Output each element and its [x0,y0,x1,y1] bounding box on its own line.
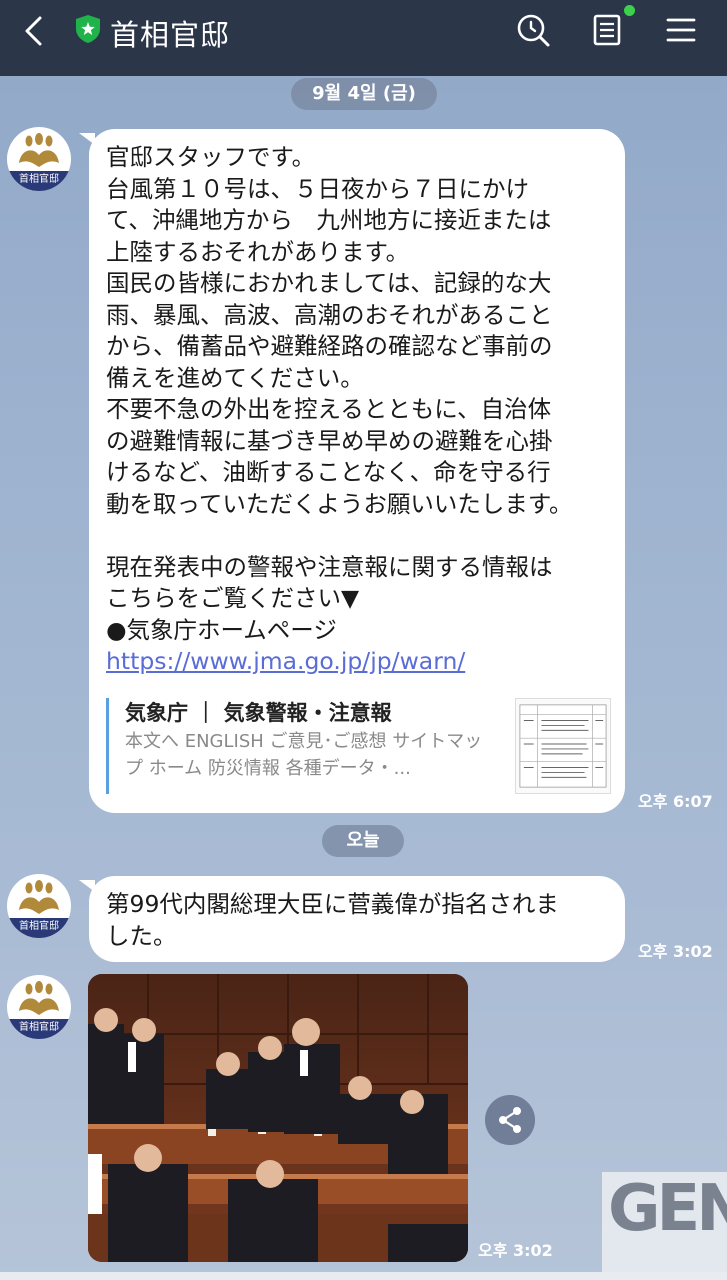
search-icon[interactable] [514,11,552,49]
chat-title: 首相官邸 [110,18,231,52]
message-text: ●気象庁ホームページ [106,615,337,644]
message-bubble[interactable]: 官邸スタッフです。 台風第１０号は、５日夜から７日にかけ て、沖縄地方から 九州… [79,129,625,813]
message-text: て、沖縄地方から 九州地方に接近または [106,206,552,234]
message-text: 国民の皆様におかれましては、記録的な大 [106,269,552,297]
message-text: の避難情報に基づき早め早めの避難を心掛 [106,426,553,455]
message-time: 오후 3:02 [478,1241,553,1260]
back-icon[interactable] [18,14,52,48]
message-time: 오후 6:07 [638,792,713,811]
avatar-label: 首相官邸 [7,1019,71,1039]
preview-description: 本文へ ENGLISH ご意見･ご感想 サイトマップ ホーム 防災情報 各種デー… [125,730,483,779]
message-text: 雨、暴風、高波、高潮のおそれがあること [106,300,553,329]
message-bubble[interactable]: 第99代内閣総理大臣に菅義偉が指名されま した。 [79,876,625,962]
link-preview[interactable]: 気象庁 ｜ 気象警報・注意報 本文へ ENGLISH ご意見･ご感想 サイトマッ… [106,697,611,794]
avatar-label: 首相官邸 [7,171,71,191]
avatar-label: 首相官邸 [7,918,71,938]
share-icon[interactable] [485,1095,535,1145]
menu-icon[interactable] [662,11,700,49]
message-text: けるなど、油断することなく、命を守る行 [106,458,551,486]
notification-dot [624,5,635,16]
chat-header: 首相官邸 [0,0,727,76]
shield-icon [76,15,100,43]
weather-link[interactable]: https://www.jma.go.jp/jp/warn/ [106,646,611,678]
avatar[interactable]: 首相官邸 [7,127,71,191]
parliament-photo [88,974,468,1262]
date-divider: 오늘 [322,825,404,857]
message-text: 動を取っていただくようお願いいたします。 [106,489,573,518]
message-text: 上陸するおそれがあります。 [106,237,410,266]
avatar[interactable]: 首相官邸 [7,874,71,938]
date-divider: 9월 4일 (금) [291,78,437,110]
notes-icon[interactable] [588,11,626,49]
message-text: 台風第１０号は、５日夜から７日にかけ [106,174,529,203]
message-text: 官邸スタッフです。 [106,143,316,171]
watermark-logo: GEN [602,1172,727,1272]
avatar[interactable]: 首相官邸 [7,975,71,1039]
message-text: 現在発表中の警報や注意報に関する情報は [106,552,553,581]
message-text: 備えを進めてください。 [106,363,364,392]
message-text: から、備蓄品や避難経路の確認など事前の [106,332,553,360]
preview-thumbnail [515,697,611,794]
photo-message[interactable] [88,974,468,1262]
message-text: 不要不急の外出を控えるとともに、自治体 [106,395,552,423]
message-text: 第99代内閣総理大臣に菅義偉が指名されま [106,890,559,918]
message-text: こちらをご覧ください▼ [106,584,360,612]
message-time: 오후 3:02 [638,942,713,961]
message-text: した。 [106,921,177,950]
watermark-text: GEN [608,1172,727,1246]
bottom-edge [0,1272,727,1280]
